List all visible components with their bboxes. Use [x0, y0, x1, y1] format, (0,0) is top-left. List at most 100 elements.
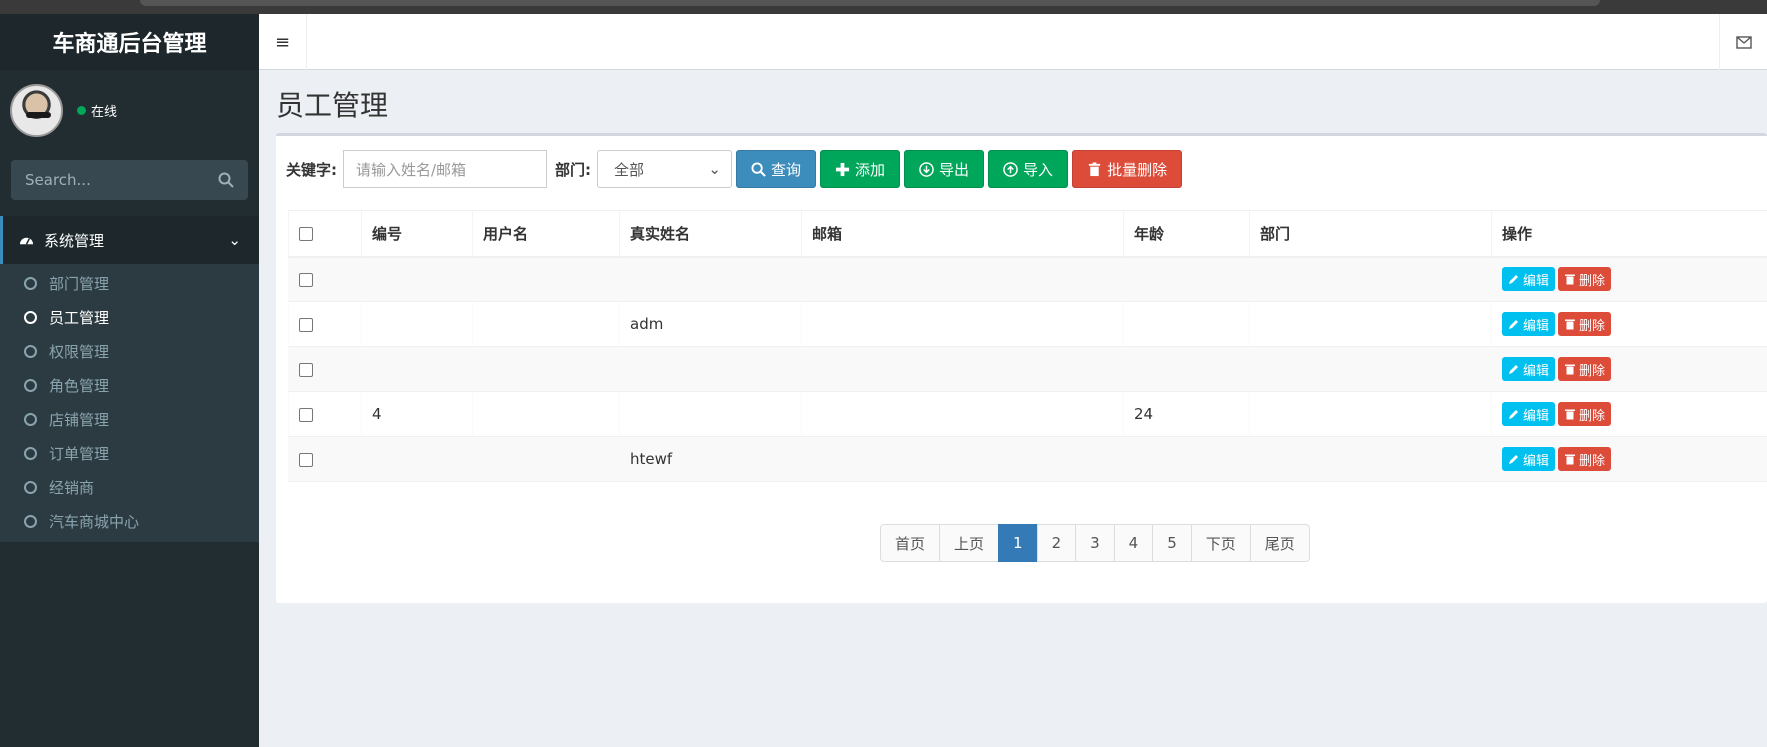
cell-id [361, 256, 473, 302]
online-status: 在线 [77, 101, 117, 120]
edit-button[interactable]: 编辑 [1502, 357, 1556, 381]
col-dept[interactable]: 部门 [1249, 210, 1492, 258]
delete-button-label: 删除 [1579, 318, 1606, 334]
cell-email [801, 346, 1124, 392]
query-button[interactable]: 查询 [736, 150, 817, 188]
batch-delete-button[interactable]: 批量删除 [1072, 150, 1183, 188]
page-5[interactable]: 5 [1152, 524, 1192, 562]
page-prev[interactable]: 上页 [939, 524, 1000, 562]
edit-button[interactable]: 编辑 [1502, 312, 1556, 336]
row-checkbox[interactable] [299, 407, 313, 422]
dept-select[interactable]: 全部 ⌄ [597, 150, 732, 188]
sidebar-item-employee[interactable]: 员工管理 [0, 300, 259, 334]
edit-button-label: 编辑 [1523, 408, 1550, 424]
keyword-placeholder: 请输入姓名/邮箱 [356, 160, 467, 179]
trash-icon [1565, 274, 1576, 285]
edit-button-label: 编辑 [1523, 318, 1550, 334]
cell-actions: 编辑 删除 [1491, 301, 1767, 347]
avatar[interactable] [10, 83, 63, 137]
keyword-label: 关键字: [286, 160, 337, 179]
row-checkbox[interactable] [299, 272, 313, 287]
circle-icon [24, 378, 37, 392]
search-icon [751, 161, 766, 177]
circle-icon [24, 514, 37, 528]
cell-dept [1249, 346, 1492, 392]
trash-icon [1088, 161, 1101, 176]
page-next[interactable]: 下页 [1190, 524, 1251, 562]
page-4[interactable]: 4 [1113, 524, 1154, 562]
col-email[interactable]: 邮箱 [801, 210, 1124, 258]
sidebar-item-department[interactable]: 部门管理 [0, 266, 259, 300]
delete-button-label: 删除 [1579, 453, 1606, 469]
sidebar-item-dealer[interactable]: 经销商 [0, 470, 259, 504]
page-1[interactable]: 1 [998, 524, 1038, 562]
page-3[interactable]: 3 [1075, 524, 1115, 562]
delete-button[interactable]: 删除 [1558, 312, 1612, 336]
cell-dept [1249, 391, 1492, 437]
sidebar-item-role[interactable]: 角色管理 [0, 368, 259, 402]
page-first[interactable]: 首页 [880, 524, 941, 562]
search-icon[interactable] [218, 172, 234, 188]
sidebar-search-placeholder: Search... [25, 171, 91, 189]
pencil-icon [1509, 365, 1518, 374]
cell-dept [1249, 436, 1492, 482]
employee-box: 关键字: 请输入姓名/邮箱 部门: 全部 ⌄ 查询 添加 导出 导入 批量删除 [276, 133, 1767, 603]
cell-age [1123, 301, 1250, 347]
cell-actions: 编辑 删除 [1491, 256, 1767, 302]
import-button-label: 导入 [1023, 160, 1054, 179]
sidebar-item-shop[interactable]: 店铺管理 [0, 402, 259, 436]
cell-actions: 编辑 删除 [1491, 391, 1767, 437]
delete-button[interactable]: 删除 [1558, 357, 1612, 381]
employee-table: 编号 用户名 真实姓名 邮箱 年龄 部门 操作 编辑 删除 adm 编辑 删除 … [288, 210, 1767, 482]
sidebar-item-permission[interactable]: 权限管理 [0, 334, 259, 368]
menu-toggle-icon[interactable]: ≡ [259, 14, 307, 70]
edit-button[interactable]: 编辑 [1502, 447, 1556, 471]
edit-button[interactable]: 编辑 [1502, 267, 1556, 292]
page-last[interactable]: 尾页 [1249, 524, 1310, 562]
trash-icon [1565, 409, 1576, 420]
cell-username [472, 256, 620, 302]
sidebar-search-input[interactable]: Search... [11, 160, 248, 200]
keyword-input[interactable]: 请输入姓名/邮箱 [343, 150, 547, 188]
col-id[interactable]: 编号 [361, 210, 473, 258]
cell-realname [619, 391, 802, 437]
app-brand[interactable]: 车商通后台管理 [0, 14, 259, 70]
chevron-down-icon: ⌄ [228, 231, 241, 249]
delete-button-label: 删除 [1579, 363, 1606, 379]
cell-realname [619, 256, 802, 302]
circle-icon [24, 310, 37, 324]
delete-button[interactable]: 删除 [1558, 447, 1612, 471]
cell-id [361, 436, 473, 482]
edit-button-label: 编辑 [1523, 273, 1550, 289]
pencil-icon [1509, 275, 1518, 285]
table-header-row: 编号 用户名 真实姓名 邮箱 年龄 部门 操作 [288, 210, 1767, 258]
query-button-label: 查询 [771, 160, 802, 179]
row-select-cell [288, 346, 362, 392]
export-button[interactable]: 导出 [904, 150, 985, 188]
col-username[interactable]: 用户名 [472, 210, 620, 258]
col-age[interactable]: 年龄 [1123, 210, 1250, 258]
row-checkbox[interactable] [299, 452, 313, 467]
cell-actions: 编辑 删除 [1491, 346, 1767, 392]
import-button[interactable]: 导入 [988, 150, 1069, 188]
row-select-cell [288, 301, 362, 347]
page-2[interactable]: 2 [1036, 524, 1077, 562]
mail-icon[interactable] [1719, 14, 1767, 70]
page-title: 员工管理 [276, 89, 389, 122]
col-realname[interactable]: 真实姓名 [619, 210, 802, 258]
delete-button[interactable]: 删除 [1558, 267, 1612, 292]
circle-icon [24, 276, 37, 290]
select-all-cell [288, 210, 362, 258]
cell-username [472, 301, 620, 347]
select-all-checkbox[interactable] [299, 226, 313, 241]
delete-button[interactable]: 删除 [1558, 402, 1612, 426]
edit-button[interactable]: 编辑 [1502, 402, 1556, 426]
add-button[interactable]: 添加 [820, 150, 901, 188]
sidebar-item-order[interactable]: 订单管理 [0, 436, 259, 470]
trash-icon [1565, 454, 1576, 465]
row-checkbox[interactable] [299, 317, 313, 332]
sidebar-item-car-mall[interactable]: 汽车商城中心 [0, 504, 259, 538]
menu-system-management[interactable]: 系统管理 ⌄ [0, 216, 259, 264]
row-checkbox[interactable] [299, 362, 313, 377]
online-dot-icon [77, 105, 86, 115]
